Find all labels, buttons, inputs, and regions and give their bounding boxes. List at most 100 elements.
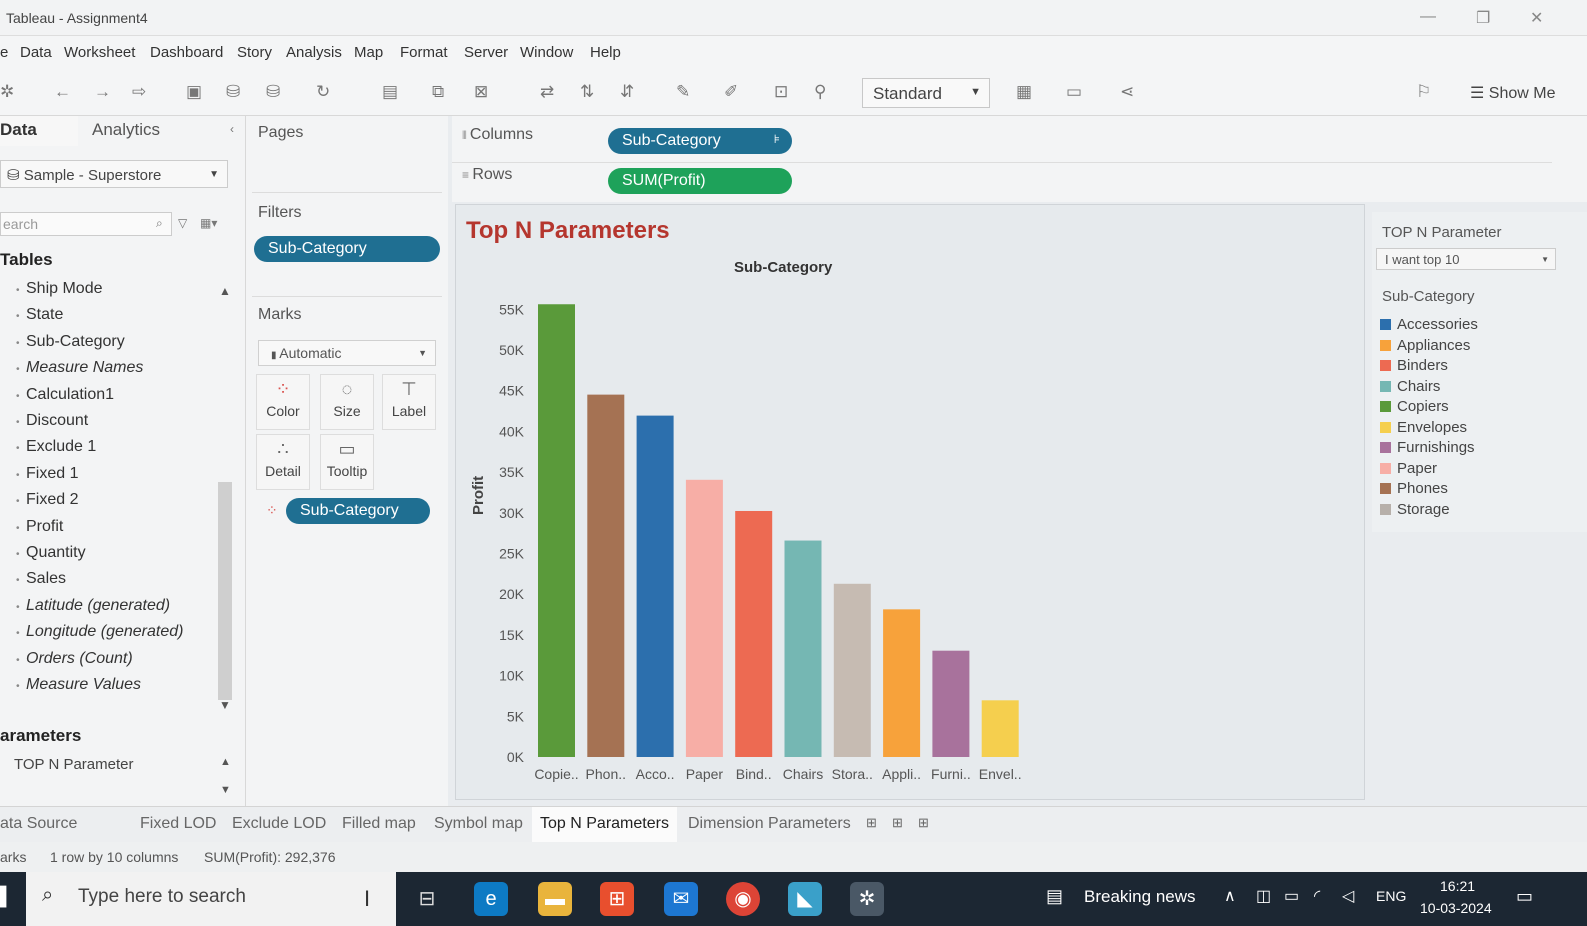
fit-dropdown[interactable]: Standard ▼	[862, 78, 990, 108]
edge-icon[interactable]: e	[474, 882, 508, 916]
field-item[interactable]: • Discount	[16, 412, 88, 430]
chevron-up-icon[interactable]: ▲	[219, 284, 231, 298]
duplicate-sheet-icon[interactable]: ⧉	[432, 82, 444, 102]
tab-exclude-lod[interactable]: Exclude LOD	[232, 815, 326, 833]
menu-dashboard[interactable]: Dashboard	[150, 44, 223, 61]
task-view-icon[interactable]: ⊟	[410, 882, 444, 916]
store-icon[interactable]: ⊞	[600, 882, 634, 916]
pause-updates-icon[interactable]: ⛁	[266, 82, 280, 102]
clock-time[interactable]: 16:21	[1440, 878, 1475, 894]
sort-desc-icon[interactable]: ⇵	[620, 82, 634, 102]
chevron-up-icon[interactable]: ▲	[220, 756, 231, 768]
minimize-icon[interactable]: —	[1420, 8, 1436, 26]
mail-icon[interactable]: ✉	[664, 882, 698, 916]
color-pill-sub-category[interactable]: Sub-Category	[286, 498, 430, 524]
field-item[interactable]: • Measure Names	[16, 359, 143, 377]
labels-icon[interactable]: ⊡	[774, 82, 788, 102]
bar[interactable]	[784, 540, 822, 757]
bar[interactable]	[932, 650, 970, 757]
language-indicator[interactable]: ENG	[1376, 888, 1406, 904]
meet-icon[interactable]: ◫	[1256, 886, 1271, 906]
redo-icon[interactable]: →	[94, 82, 111, 102]
tab-top-n-parameters[interactable]: Top N Parameters	[532, 807, 677, 843]
taskbar-search-box[interactable]: ⌕ Type here to search I	[26, 872, 396, 926]
replay-icon[interactable]: ⇨	[132, 82, 146, 102]
bar[interactable]	[981, 700, 1019, 757]
chevron-down-icon[interactable]: ▼	[220, 784, 231, 796]
undo-icon[interactable]: ←	[54, 82, 71, 102]
bar[interactable]	[685, 479, 723, 757]
legend-item[interactable]: Paper	[1380, 460, 1437, 477]
bar[interactable]	[735, 510, 773, 757]
tab-data-source[interactable]: ata Source	[0, 815, 77, 833]
field-item[interactable]: • Orders (Count)	[16, 650, 133, 668]
field-item[interactable]: • Latitude (generated)	[16, 597, 170, 615]
menu-map[interactable]: Map	[354, 44, 383, 61]
menu-format[interactable]: Format	[400, 44, 448, 61]
clear-sheet-icon[interactable]: ⊠	[474, 82, 488, 102]
datasource-selector[interactable]: ⛁ Sample - Superstore ▼	[0, 160, 228, 188]
fields-scrollbar[interactable]: ▲ ▼	[216, 284, 234, 712]
menu-file[interactable]: e	[0, 44, 8, 61]
legend-item[interactable]: Binders	[1380, 357, 1448, 374]
bar[interactable]	[636, 415, 674, 757]
new-worksheet-icon[interactable]: ⊞	[866, 815, 877, 831]
presentation-icon[interactable]: ▭	[1066, 82, 1082, 102]
field-item[interactable]: • Fixed 1	[16, 465, 78, 483]
menu-data[interactable]: Data	[20, 44, 52, 61]
close-icon[interactable]: ✕	[1530, 8, 1543, 28]
bar[interactable]	[883, 609, 921, 757]
new-worksheet-icon[interactable]: ▤	[382, 82, 398, 102]
bar[interactable]	[587, 394, 625, 757]
tableau-app-icon[interactable]: ✲	[850, 882, 884, 916]
field-item[interactable]: • Measure Values	[16, 676, 141, 694]
field-item[interactable]: • State	[16, 306, 63, 324]
filter-pill-sub-category[interactable]: Sub-Category	[254, 236, 440, 262]
param-control-dropdown[interactable]: I want top 10 ▼	[1376, 248, 1556, 270]
file-explorer-icon[interactable]: ▬	[538, 882, 572, 916]
new-story-icon[interactable]: ⊞	[918, 815, 929, 831]
field-item[interactable]: • Sub-Category	[16, 333, 125, 351]
refresh-icon[interactable]: ↻	[316, 82, 330, 102]
legend-item[interactable]: Appliances	[1380, 337, 1470, 354]
field-item[interactable]: • Longitude (generated)	[16, 623, 183, 641]
news-widget[interactable]: Breaking news	[1084, 887, 1196, 907]
chrome-icon[interactable]: ◉	[726, 882, 760, 916]
field-item[interactable]: • Ship Mode	[16, 280, 103, 298]
new-datasource-icon[interactable]: ⛁	[226, 82, 240, 102]
bar[interactable]	[833, 583, 871, 757]
chevron-up-icon[interactable]: ∧	[1224, 886, 1236, 906]
legend-item[interactable]: Storage	[1380, 501, 1450, 518]
tab-dimension-parameters[interactable]: Dimension Parameters	[688, 815, 851, 833]
tableau-logo-icon[interactable]: ✲	[0, 82, 14, 102]
scroll-thumb[interactable]	[218, 482, 232, 700]
field-item[interactable]: • Fixed 2	[16, 491, 78, 509]
menu-story[interactable]: Story	[237, 44, 272, 61]
legend-item[interactable]: Chairs	[1380, 378, 1440, 395]
field-item[interactable]: • Calculation1	[16, 386, 114, 404]
detail-button[interactable]: ∴ Detail	[256, 434, 310, 490]
chevron-down-icon[interactable]: ▼	[219, 698, 231, 712]
field-item[interactable]: • Profit	[16, 518, 63, 536]
swap-icon[interactable]: ⇄	[540, 82, 554, 102]
legend-item[interactable]: Accessories	[1380, 316, 1478, 333]
view-options-icon[interactable]: ▦▾	[200, 216, 217, 230]
tab-filled-map[interactable]: Filled map	[342, 815, 416, 833]
search-icon[interactable]: ⌕	[156, 216, 163, 231]
show-me-button[interactable]: ☰ Show Me	[1470, 83, 1556, 103]
collapse-pane-icon[interactable]: ‹	[230, 122, 234, 136]
filter-icon[interactable]: ▽	[178, 216, 187, 230]
size-button[interactable]: ◌ Size	[320, 374, 374, 430]
field-search-input[interactable]: earch	[0, 212, 172, 236]
new-dashboard-icon[interactable]: ⊞	[892, 815, 903, 831]
pin-icon[interactable]: ⚲	[814, 82, 826, 102]
start-icon[interactable]: ▌	[0, 886, 13, 907]
battery-icon[interactable]: ▭	[1284, 886, 1299, 906]
parameter-top-n[interactable]: TOP N Parameter	[14, 756, 134, 773]
tooltip-button[interactable]: ▭ Tooltip	[320, 434, 374, 490]
legend-item[interactable]: Phones	[1380, 480, 1448, 497]
maximize-icon[interactable]: ❐	[1476, 8, 1490, 28]
sort-asc-icon[interactable]: ⇅	[580, 82, 594, 102]
legend-item[interactable]: Envelopes	[1380, 419, 1467, 436]
show-cards-icon[interactable]: ▦	[1016, 82, 1032, 102]
